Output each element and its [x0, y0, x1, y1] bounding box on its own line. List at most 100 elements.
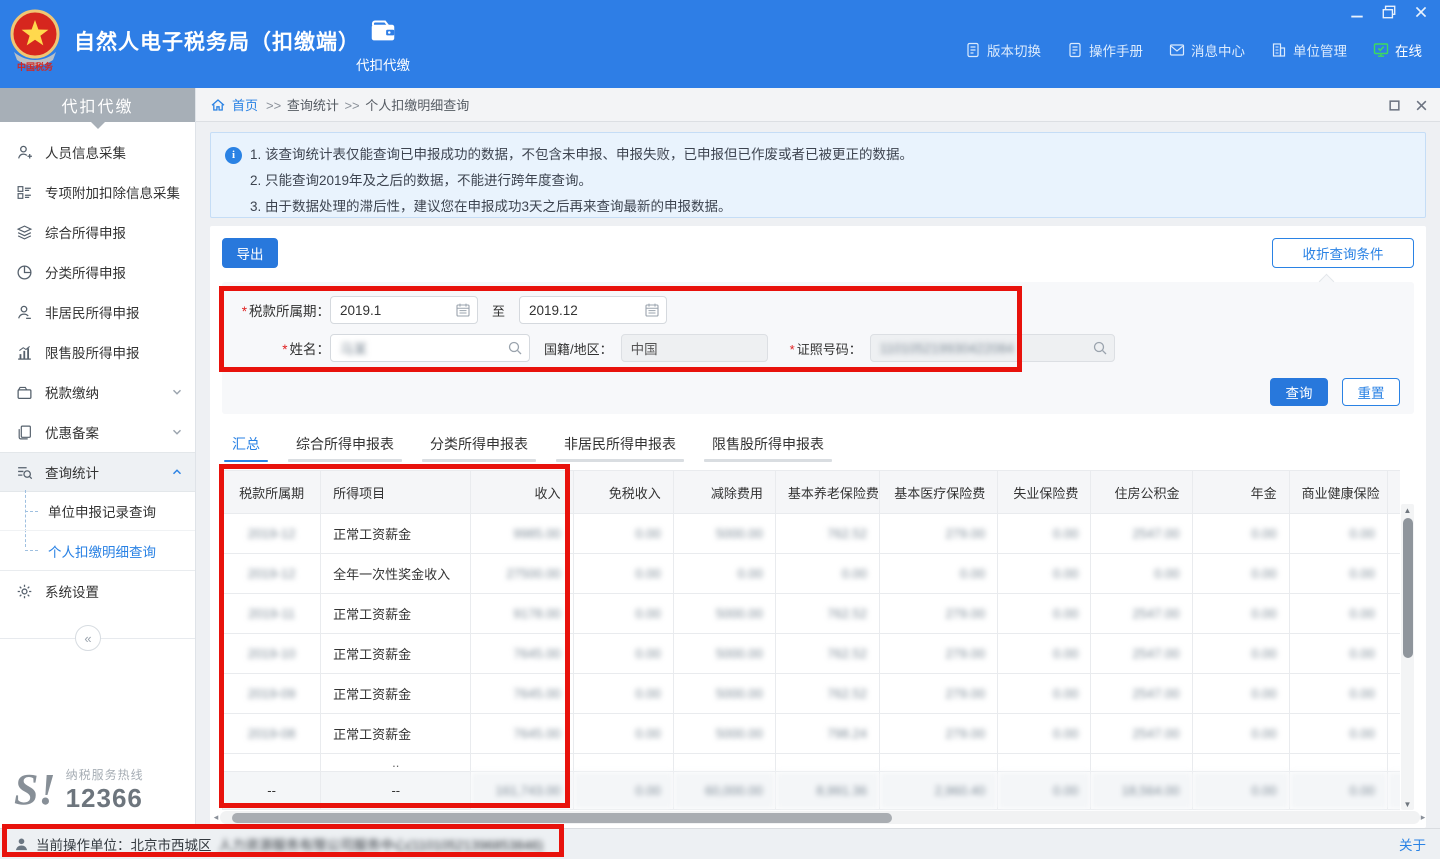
- scroll-left-icon[interactable]: ◂: [211, 811, 221, 824]
- table-cell: 27500.00: [471, 554, 573, 594]
- horizontal-scroll-thumb[interactable]: [232, 813, 892, 823]
- breadcrumb-separator: >>: [341, 98, 363, 113]
- reset-button[interactable]: 重置: [1342, 378, 1400, 406]
- wallet-icon: [368, 16, 398, 46]
- sidebar-item-专项附加扣除信息采集[interactable]: 专项附加扣除信息采集: [0, 172, 195, 212]
- chevron-down-icon: [171, 426, 183, 438]
- table-cell: 0.00: [573, 674, 673, 714]
- column-header-免税收入: 免税收入: [573, 471, 673, 514]
- about-link[interactable]: 关于: [1399, 834, 1426, 854]
- person-row: *姓名： 马某 国籍/地区： 中国 *证照号码： 110105219930422…: [222, 334, 1115, 362]
- sidebar-item-label: 综合所得申报: [45, 222, 183, 242]
- header-menu-item[interactable]: 消息中心: [1169, 40, 1245, 60]
- table-row[interactable]: 2019-12全年一次性奖金收入27500.000.000.000.000.00…: [223, 554, 1401, 594]
- scroll-right-icon[interactable]: ▸: [1418, 811, 1428, 824]
- table-cell: 0.00: [673, 554, 775, 594]
- vertical-scroll-thumb[interactable]: [1403, 518, 1413, 658]
- calendar-icon[interactable]: [644, 302, 660, 318]
- table-cell: [471, 754, 573, 772]
- id-number-input[interactable]: 110105219930422084: [870, 334, 1115, 362]
- sidebar-item-税款缴纳[interactable]: 税款缴纳: [0, 372, 195, 412]
- calendar-icon[interactable]: [455, 302, 471, 318]
- table-cell: [1289, 754, 1387, 772]
- sidebar-item-非居民所得申报[interactable]: 非居民所得申报: [0, 292, 195, 332]
- totals-cell: 0.00: [573, 772, 673, 810]
- breadcrumb-home[interactable]: 首页: [232, 95, 258, 114]
- name-input[interactable]: 马某: [330, 334, 530, 362]
- header-menu-item[interactable]: 操作手册: [1067, 40, 1143, 60]
- tab-汇总[interactable]: 汇总: [224, 430, 268, 464]
- breadcrumb: 首页 >> 查询统计 >> 个人扣缴明细查询: [196, 88, 1440, 122]
- sidebar-subitem-个人扣缴明细查询[interactable]: 个人扣缴明细查询: [0, 531, 195, 570]
- table-row[interactable]: 2019-10正常工资薪金7645.000.005000.00762.52279…: [223, 634, 1401, 674]
- scroll-down-icon[interactable]: ▼: [1401, 798, 1414, 810]
- table-cell: 5000.00: [673, 634, 775, 674]
- table-cell: 0.00: [1192, 514, 1289, 554]
- layers-icon: [16, 224, 33, 241]
- id-number-value: 110105219930422084: [880, 341, 1014, 356]
- table-clip: 税款所属期所得项目收入免税收入减除费用基本养老保险费基本医疗保险费失业保险费住房…: [222, 470, 1400, 814]
- sidebar-item-分类所得申报[interactable]: 分类所得申报: [0, 252, 195, 292]
- scroll-up-icon[interactable]: ▲: [1401, 504, 1414, 516]
- table-cell: 0.00: [998, 554, 1091, 594]
- sidebar-item-综合所得申报[interactable]: 综合所得申报: [0, 212, 195, 252]
- table-cell: 0.00: [573, 634, 673, 674]
- search-button[interactable]: 查询: [1270, 378, 1328, 406]
- sidebar-item-系统设置[interactable]: 系统设置: [0, 571, 195, 611]
- table-cell: 2547.00: [1091, 714, 1192, 754]
- sidebar-subitem-单位申报记录查询[interactable]: 单位申报记录查询: [0, 492, 195, 531]
- export-button[interactable]: 导出: [222, 238, 278, 268]
- minimize-icon[interactable]: [1348, 4, 1366, 20]
- tab-withholding[interactable]: 代扣代缴: [348, 16, 418, 74]
- table-cell: 279.00: [880, 714, 998, 754]
- tab-综合所得申报表[interactable]: 综合所得申报表: [288, 430, 402, 464]
- hotline-label: 纳税服务热线: [66, 766, 144, 783]
- horizontal-scrollbar[interactable]: ◂ ▸: [220, 811, 1420, 824]
- close-icon[interactable]: [1412, 4, 1430, 20]
- sidebar-item-限售股所得申报[interactable]: 限售股所得申报: [0, 332, 195, 372]
- app-window: 中国税务 自然人电子税务局（扣缴端） 代扣代缴 版本切换操作手册消息中心单位管理…: [0, 0, 1440, 859]
- notice-box: i1. 该查询统计表仅能查询已申报成功的数据，不包含未申报、申报失败，已申报但已…: [210, 132, 1426, 218]
- table-cell: 正常工资薪金: [321, 634, 471, 674]
- notice-line: 2. 只能查询2019年及之后的数据，不能进行跨年度查询。: [225, 170, 1411, 192]
- header-menu-item[interactable]: 版本切换: [965, 40, 1041, 60]
- table-cell: 2547.00: [1091, 634, 1192, 674]
- window-controls: [1348, 4, 1430, 20]
- chevron-down-icon: [171, 386, 183, 398]
- table-cell: [573, 754, 673, 772]
- table-cell: 762.52: [775, 634, 879, 674]
- table-row[interactable]: 2019-08正常工资薪金7645.000.005000.00798.24279…: [223, 714, 1401, 754]
- column-header-年金: 年金: [1192, 471, 1289, 514]
- table-cell: [1192, 754, 1289, 772]
- sidebar-submenu: 单位申报记录查询个人扣缴明细查询: [0, 492, 195, 571]
- totals-cell: 0.00: [998, 772, 1091, 810]
- period-from-input[interactable]: 2019.1: [330, 296, 478, 324]
- table-row[interactable]: 2019-11正常工资薪金9178.000.005000.00762.52279…: [223, 594, 1401, 634]
- table-row[interactable]: 2019-09正常工资薪金7645.000.005000.00762.52279…: [223, 674, 1401, 714]
- tab-限售股所得申报表[interactable]: 限售股所得申报表: [704, 430, 832, 464]
- search-icon[interactable]: [1092, 340, 1108, 356]
- search-icon[interactable]: [507, 340, 523, 356]
- header-menu-label: 消息中心: [1191, 40, 1245, 60]
- tab-分类所得申报表[interactable]: 分类所得申报表: [422, 430, 536, 464]
- gear-icon: [16, 583, 33, 600]
- tab-非居民所得申报表[interactable]: 非居民所得申报表: [556, 430, 684, 464]
- table-row[interactable]: 2019-12正常工资薪金9985.000.005000.00762.52279…: [223, 514, 1401, 554]
- sidebar-item-查询统计[interactable]: 查询统计: [0, 452, 195, 492]
- panel-maximize-icon[interactable]: [1388, 99, 1401, 112]
- table-cell: [223, 754, 321, 772]
- header-menu-item[interactable]: 单位管理: [1271, 40, 1347, 60]
- vertical-scrollbar[interactable]: ▲ ▼: [1401, 504, 1414, 810]
- sidebar-item-优惠备案[interactable]: 优惠备案: [0, 412, 195, 452]
- period-row: *税款所属期： 2019.1 至 2019.12: [222, 296, 667, 324]
- restore-icon[interactable]: [1380, 4, 1398, 20]
- table-cell: 7645.00: [471, 634, 573, 674]
- table-cell: 279.00: [880, 594, 998, 634]
- checklist-icon: [16, 184, 33, 201]
- collapse-query-button[interactable]: 收折查询条件: [1272, 238, 1414, 268]
- sidebar-collapse-button[interactable]: «: [75, 625, 101, 651]
- panel-close-icon[interactable]: [1415, 99, 1428, 112]
- sidebar-item-人员信息采集[interactable]: 人员信息采集: [0, 132, 195, 172]
- tax-bureau-logo: 中国税务: [8, 8, 62, 74]
- period-to-input[interactable]: 2019.12: [519, 296, 667, 324]
